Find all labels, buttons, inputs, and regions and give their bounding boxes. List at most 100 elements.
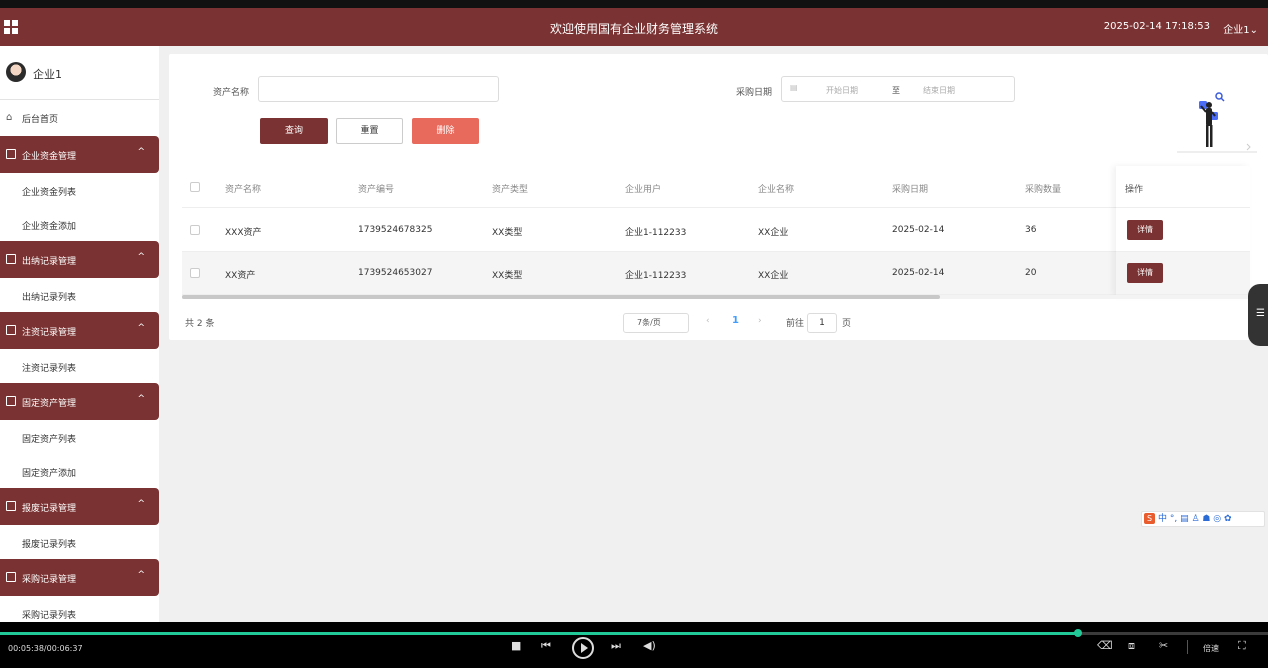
- sidebar: 企业1 ⌂ 后台首页 企业资金管理 ^ 企业资金列表 企业资金添加 出纳记录管理…: [0, 46, 159, 622]
- next-page-icon[interactable]: ›: [758, 316, 762, 326]
- page-title: 欢迎使用国有企业财务管理系统: [549, 22, 718, 36]
- menu-icon: [6, 396, 16, 406]
- play-icon[interactable]: [572, 637, 594, 659]
- progress-fill: [0, 632, 1078, 635]
- sidebar-item-cashier-list[interactable]: 出纳记录列表: [0, 278, 159, 312]
- sidebar-item-funds-add[interactable]: 企业资金添加: [0, 207, 159, 241]
- query-button[interactable]: 查询: [260, 118, 328, 144]
- select-all-checkbox[interactable]: [190, 182, 200, 192]
- sidebar-group-label: 出纳记录管理: [22, 257, 77, 267]
- sidebar-group-label: 报废记录管理: [22, 504, 77, 514]
- col-asset-type: 资产类型: [492, 185, 529, 195]
- next-icon[interactable]: ⏭: [611, 639, 621, 653]
- sidebar-user: 企业1: [0, 46, 159, 100]
- avatar: [6, 62, 26, 82]
- video-progress-bar[interactable]: [0, 629, 1268, 637]
- chevron-up-icon: ^: [137, 147, 145, 157]
- row-checkbox[interactable]: [190, 268, 200, 278]
- sidebar-item-home[interactable]: ⌂ 后台首页: [0, 100, 159, 136]
- sidebar-item-assets-list[interactable]: 固定资产列表: [0, 420, 159, 454]
- progress-handle[interactable]: [1073, 629, 1082, 637]
- col-enterprise-name: 企业名称: [758, 185, 795, 195]
- table-row[interactable]: XX资产 1739524653027 XX类型 企业1-112233 XX企业 …: [182, 252, 1250, 295]
- cell-purchase-qty: 36: [1025, 225, 1037, 235]
- sidebar-username: 企业1: [33, 68, 62, 81]
- cell-purchase-qty: 20: [1025, 268, 1037, 278]
- goto-page-input[interactable]: 1: [807, 313, 837, 333]
- col-enterprise-user: 企业用户: [625, 185, 662, 195]
- crop-icon[interactable]: ⧈: [1128, 639, 1135, 653]
- chevron-up-icon: ^: [137, 499, 145, 509]
- row-checkbox[interactable]: [190, 225, 200, 235]
- start-date-placeholder[interactable]: 开始日期: [826, 85, 858, 96]
- chevron-up-icon: ^: [137, 252, 145, 262]
- sidebar-item-scrap-list[interactable]: 报废记录列表: [0, 525, 159, 559]
- delete-button[interactable]: 删除: [412, 118, 479, 144]
- table-header: 资产名称 资产编号 资产类型 企业用户 企业名称 采购日期 采购数量 操作: [182, 166, 1250, 208]
- cell-asset-name: XXX资产: [225, 228, 262, 238]
- cell-purchase-date: 2025-02-14: [892, 268, 945, 278]
- sidebar-group-purchase[interactable]: 采购记录管理 ^: [0, 559, 159, 596]
- goto-label: 前往: [786, 319, 805, 329]
- date-range-picker[interactable]: ▤ 开始日期 至 结束日期: [781, 76, 1015, 102]
- menu-icon: [6, 325, 16, 335]
- sidebar-group-enterprise-funds[interactable]: 企业资金管理 ^: [0, 136, 159, 173]
- cell-asset-name: XX资产: [225, 271, 256, 281]
- side-panel-toggle[interactable]: ☰: [1248, 284, 1268, 346]
- page-suffix: 页: [842, 319, 852, 329]
- sidebar-group-capital[interactable]: 注资记录管理 ^: [0, 312, 159, 349]
- end-date-placeholder[interactable]: 结束日期: [923, 85, 955, 96]
- menu-icon: [6, 501, 16, 511]
- sidebar-group-fixed-assets[interactable]: 固定资产管理 ^: [0, 383, 159, 420]
- previous-icon[interactable]: ⏮: [541, 639, 551, 653]
- ime-logo: S: [1144, 513, 1155, 524]
- volume-icon[interactable]: ◀): [643, 639, 656, 652]
- top-strip: [0, 0, 1268, 8]
- divider: [1187, 640, 1188, 654]
- asset-name-input[interactable]: [258, 76, 499, 102]
- header-datetime: 2025-02-14 17:18:53: [1103, 21, 1210, 32]
- fullscreen-icon[interactable]: ⛶: [1238, 639, 1246, 653]
- sidebar-item-assets-add[interactable]: 固定资产添加: [0, 454, 159, 488]
- detail-button[interactable]: 详情: [1127, 220, 1163, 240]
- sidebar-item-purchase-list[interactable]: 采购记录列表: [0, 596, 159, 622]
- content-card: 资产名称 采购日期 ▤ 开始日期 至 结束日期 查询 重置 删除 资产名称 资产…: [169, 54, 1268, 340]
- menu-icon: [6, 254, 16, 264]
- search-illustration: [1177, 92, 1257, 153]
- reset-button[interactable]: 重置: [336, 118, 403, 144]
- main-content: 资产名称 采购日期 ▤ 开始日期 至 结束日期 查询 重置 删除 资产名称 资产…: [159, 46, 1268, 622]
- table-row[interactable]: XXX资产 1739524678325 XX类型 企业1-112233 XX企业…: [182, 209, 1250, 252]
- stop-icon[interactable]: ■: [511, 639, 521, 652]
- col-asset-name: 资产名称: [225, 185, 262, 195]
- app-header: 欢迎使用国有企业财务管理系统 2025-02-14 17:18:53 企业1⌄: [0, 8, 1268, 46]
- sidebar-group-scrap[interactable]: 报废记录管理 ^: [0, 488, 159, 525]
- menu-icon: [6, 149, 16, 159]
- prev-page-icon[interactable]: ‹: [706, 316, 710, 326]
- sidebar-item-label: 固定资产列表: [22, 435, 77, 445]
- cell-asset-code: 1739524678325: [358, 225, 433, 235]
- cell-enterprise-name: XX企业: [758, 228, 789, 238]
- playback-speed[interactable]: 倍速: [1203, 643, 1219, 654]
- user-menu[interactable]: 企业1⌄: [1223, 21, 1258, 36]
- ime-icons[interactable]: 中 °, ▤ ♙ ☗ ◎ ✿: [1158, 514, 1232, 524]
- page-number-current[interactable]: 1: [732, 315, 739, 326]
- chevron-up-icon: ^: [137, 323, 145, 333]
- sidebar-group-cashier[interactable]: 出纳记录管理 ^: [0, 241, 159, 278]
- sidebar-item-label: 采购记录列表: [22, 611, 77, 621]
- video-player-bar: 00:05:38/00:06:37 ■ ⏮ ⏭ ◀) ⌫ ⧈ ✂ 倍速 ⛶: [0, 622, 1268, 668]
- cell-enterprise-user: 企业1-112233: [625, 271, 687, 281]
- sidebar-item-label: 后台首页: [22, 115, 59, 125]
- page-size-select[interactable]: 7条/页: [623, 313, 689, 333]
- horizontal-scrollbar[interactable]: [182, 295, 1250, 299]
- sidebar-item-funds-list[interactable]: 企业资金列表: [0, 173, 159, 207]
- eraser-icon[interactable]: ⌫: [1097, 639, 1113, 652]
- scissors-icon[interactable]: ✂: [1159, 639, 1168, 652]
- ime-toolbar[interactable]: S中 °, ▤ ♙ ☗ ◎ ✿: [1141, 511, 1265, 527]
- col-purchase-qty: 采购数量: [1025, 185, 1062, 195]
- detail-button[interactable]: 详情: [1127, 263, 1163, 283]
- sidebar-item-capital-list[interactable]: 注资记录列表: [0, 349, 159, 383]
- sidebar-item-label: 企业资金列表: [22, 188, 77, 198]
- scrollbar-thumb[interactable]: [182, 295, 940, 299]
- asset-name-label: 资产名称: [213, 88, 250, 98]
- chevron-up-icon: ^: [137, 570, 145, 580]
